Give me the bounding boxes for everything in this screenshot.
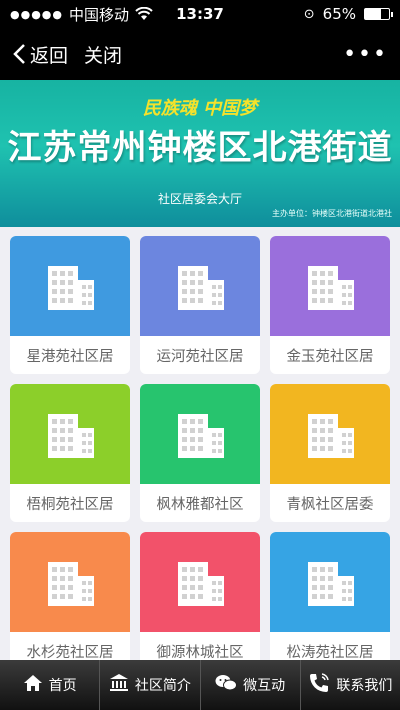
nav-bar: 返回 关闭 ••• bbox=[0, 28, 400, 80]
battery-icon bbox=[364, 8, 393, 20]
building-icon bbox=[168, 548, 232, 616]
tab-label: 微互动 bbox=[243, 678, 286, 694]
tab-item[interactable]: 微互动 bbox=[201, 660, 301, 710]
tab-item[interactable]: 联系我们 bbox=[301, 660, 400, 710]
status-time: 13:37 bbox=[176, 5, 224, 23]
tile-label: 金玉苑社区居 bbox=[286, 348, 374, 365]
tile-label: 星港苑社区居 bbox=[26, 348, 114, 365]
tile-image bbox=[10, 532, 130, 632]
banner-title: 江苏常州钟楼区北港街道 bbox=[7, 128, 393, 168]
community-tile[interactable]: 青枫社区居委 bbox=[270, 384, 390, 522]
status-right: ⊙ 65% bbox=[240, 5, 393, 23]
wifi-icon bbox=[135, 7, 153, 20]
community-tile[interactable]: 水杉苑社区居 bbox=[10, 532, 130, 670]
banner: 民族魂 中国梦 江苏常州钟楼区北港街道 社区居委会大厅 主办单位：钟楼区北港街道… bbox=[0, 80, 400, 227]
banner-subtitle: 社区居委会大厅 bbox=[157, 192, 242, 206]
building-icon bbox=[298, 548, 362, 616]
battery-fill bbox=[365, 9, 381, 19]
community-tile[interactable]: 星港苑社区居 bbox=[10, 236, 130, 374]
banner-organizer: 主办单位：钟楼区北港街道北港社 bbox=[272, 209, 392, 218]
building-icon bbox=[38, 252, 102, 320]
tile-image bbox=[140, 236, 260, 336]
community-tile[interactable]: 梧桐苑社区居 bbox=[10, 384, 130, 522]
back-button[interactable]: 返回 bbox=[12, 41, 68, 68]
signal-icon: ●●●●● bbox=[10, 7, 63, 21]
building-icon bbox=[38, 548, 102, 616]
tile-label: 枫林雅都社区 bbox=[156, 496, 244, 513]
community-tile[interactable]: 枫林雅都社区 bbox=[140, 384, 260, 522]
status-left: ●●●●● 中国移动 bbox=[10, 4, 160, 25]
banner-slogan: 民族魂 中国梦 bbox=[142, 98, 258, 119]
building-icon bbox=[168, 400, 232, 468]
community-tile[interactable]: 松涛苑社区居 bbox=[270, 532, 390, 670]
community-tile[interactable]: 金玉苑社区居 bbox=[270, 236, 390, 374]
tab-label: 联系我们 bbox=[336, 678, 393, 694]
tab-label: 首页 bbox=[48, 678, 77, 694]
tile-image bbox=[270, 236, 390, 336]
more-button[interactable]: ••• bbox=[343, 42, 388, 67]
building-icon bbox=[38, 400, 102, 468]
status-bar: ●●●●● 中国移动 13:37 ⊙ 65% bbox=[0, 0, 400, 28]
tile-label: 梧桐苑社区居 bbox=[26, 496, 114, 513]
battery-percent: 65% bbox=[322, 5, 356, 23]
community-tile[interactable]: 运河苑社区居 bbox=[140, 236, 260, 374]
building-icon bbox=[298, 400, 362, 468]
wechat-icon bbox=[215, 673, 238, 697]
close-button[interactable]: 关闭 bbox=[84, 41, 122, 68]
phone-icon bbox=[308, 672, 330, 698]
tile-label: 运河苑社区居 bbox=[156, 348, 244, 365]
tile-label: 青枫社区居委 bbox=[286, 496, 374, 513]
home-icon bbox=[23, 673, 43, 697]
tab-label: 社区简介 bbox=[134, 678, 191, 694]
building-icon bbox=[298, 252, 362, 320]
chevron-left-icon bbox=[13, 44, 25, 64]
bank-icon bbox=[109, 673, 129, 697]
community-tile[interactable]: 御源林城社区 bbox=[140, 532, 260, 670]
tab-item[interactable]: 社区简介 bbox=[100, 660, 201, 710]
carrier: 中国移动 bbox=[69, 5, 130, 24]
tile-image bbox=[270, 384, 390, 484]
tile-image bbox=[10, 384, 130, 484]
community-grid: 星港苑社区居 运河苑社区居 金玉苑社区居梧桐苑社区居 枫林雅都社区 青枫社区居委水杉苑社… bbox=[10, 236, 390, 670]
tile-image bbox=[140, 532, 260, 632]
tile-image bbox=[10, 236, 130, 336]
building-icon bbox=[168, 252, 232, 320]
rotation-lock-icon: ⊙ bbox=[303, 6, 315, 22]
tab-item[interactable]: 首页 bbox=[0, 660, 101, 710]
tile-image bbox=[140, 384, 260, 484]
back-label: 返回 bbox=[30, 44, 69, 67]
tile-image bbox=[270, 532, 390, 632]
bottom-tabbar: 首页 社区简介 微互动 联系我们 bbox=[0, 660, 400, 710]
